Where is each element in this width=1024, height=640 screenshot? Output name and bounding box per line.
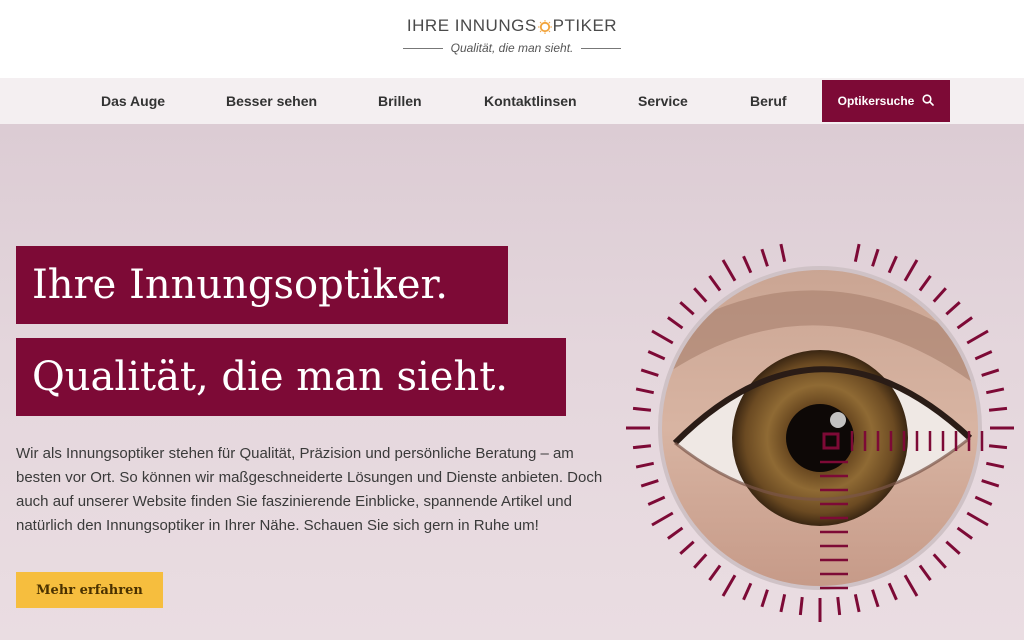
hero-headline-1: Ihre Innungsoptiker. <box>16 246 508 324</box>
hero-headline-2: Qualität, die man sieht. <box>16 338 566 416</box>
tick-mark <box>742 582 753 601</box>
tick-mark <box>693 287 708 303</box>
tick-mark <box>667 316 684 330</box>
logo-sun-icon <box>537 19 552 34</box>
tick-mark <box>988 444 1008 450</box>
tick-mark <box>918 275 932 292</box>
nav-item-beruf[interactable]: Beruf <box>750 78 787 124</box>
optikersuche-label: Optikersuche <box>837 94 915 108</box>
tick-mark <box>903 259 919 282</box>
hero-intro-text: Wir als Innungsoptiker stehen für Qualit… <box>16 445 603 534</box>
tick-mark <box>640 368 659 377</box>
tick-mark <box>779 243 787 263</box>
tick-mark <box>981 368 1000 377</box>
main-nav: Das Auge Besser sehen Brillen Kontaktlin… <box>0 78 1024 124</box>
site-header: IHRE INNUNGS PTIKER Qualität, die man si… <box>0 0 1024 78</box>
mehr-erfahren-button[interactable]: Mehr erfahren <box>16 572 163 608</box>
tick-mark <box>647 350 666 361</box>
tick-mark <box>632 406 652 412</box>
tick-mark <box>918 564 932 581</box>
tick-mark <box>836 596 842 616</box>
tick-mark <box>974 350 993 361</box>
tick-mark <box>887 582 898 601</box>
tick-mark <box>651 329 674 345</box>
tick-mark <box>721 259 737 282</box>
tick-mark <box>708 275 722 292</box>
tick-mark <box>956 526 973 540</box>
nav-item-kontaktlinsen[interactable]: Kontaktlinsen <box>484 78 577 124</box>
tick-mark <box>945 301 961 316</box>
tick-mark <box>932 287 947 303</box>
tick-mark <box>988 406 1008 412</box>
logo-tagline: Qualität, die man sieht. <box>450 41 574 55</box>
tick-mark <box>853 593 861 613</box>
nav-item-besser-sehen[interactable]: Besser sehen <box>226 78 317 124</box>
search-icon <box>922 93 935 109</box>
tick-mark <box>635 387 655 395</box>
tick-mark <box>632 444 652 450</box>
logo-divider-left <box>402 47 443 49</box>
tick-mark <box>956 316 973 330</box>
tick-mark <box>708 564 722 581</box>
logo-text-part2: PTIKER <box>552 16 618 35</box>
eye-illustration <box>620 228 1020 628</box>
tick-mark <box>853 243 861 263</box>
tick-mark <box>871 248 880 267</box>
tick-mark <box>985 387 1005 395</box>
nav-item-brillen[interactable]: Brillen <box>378 78 422 124</box>
nav-item-das-auge[interactable]: Das Auge <box>101 78 165 124</box>
tick-mark <box>985 461 1005 469</box>
tick-mark <box>871 589 880 608</box>
tick-mark <box>798 596 804 616</box>
logo-tagline-row: Qualität, die man sieht. <box>392 41 632 55</box>
logo-text-part1: IHRE INNUNGS <box>406 16 537 35</box>
tick-mark <box>693 553 708 569</box>
tick-mark <box>966 511 989 527</box>
tick-mark <box>679 301 695 316</box>
tick-mark <box>903 574 919 597</box>
tick-mark <box>974 495 993 506</box>
site-logo[interactable]: IHRE INNUNGS PTIKER Qualität, die man si… <box>392 14 632 66</box>
tick-mark <box>651 511 674 527</box>
tick-mark <box>742 255 753 274</box>
tick-mark <box>887 255 898 274</box>
tick-mark <box>721 574 737 597</box>
eye-graphic-svg <box>626 243 1014 622</box>
tick-mark <box>667 526 684 540</box>
tick-mark <box>966 329 989 345</box>
tick-mark <box>779 593 787 613</box>
tick-mark <box>945 540 961 555</box>
tick-mark <box>647 495 666 506</box>
nav-item-service[interactable]: Service <box>638 78 688 124</box>
tick-mark <box>635 461 655 469</box>
optikersuche-button[interactable]: Optikersuche <box>822 80 950 122</box>
tick-mark <box>760 248 769 267</box>
tick-mark <box>932 553 947 569</box>
tick-mark <box>679 540 695 555</box>
tick-mark <box>981 479 1000 488</box>
logo-divider-right <box>581 47 622 49</box>
tick-mark <box>640 479 659 488</box>
logo-wordmark: IHRE INNUNGS PTIKER <box>392 14 632 38</box>
tick-mark <box>760 589 769 608</box>
